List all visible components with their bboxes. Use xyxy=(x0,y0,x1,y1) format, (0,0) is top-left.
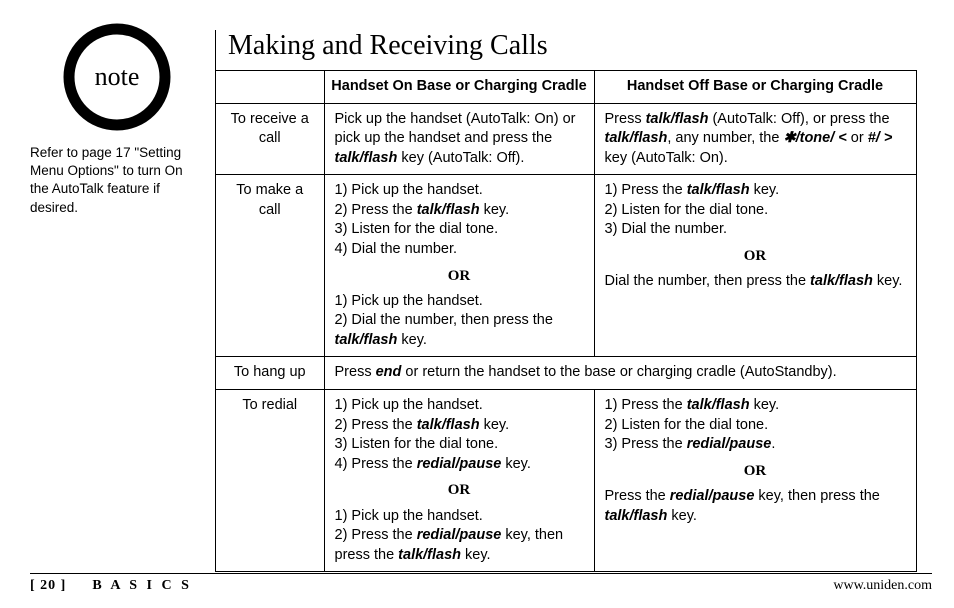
page-number: [ 20 ] xyxy=(30,578,66,593)
col-head-off-base: Handset Off Base or Charging Cradle xyxy=(594,71,916,104)
make-on-base: 1) Pick up the handset.2) Press the talk… xyxy=(324,175,594,357)
table-corner xyxy=(216,71,324,104)
row-label-hangup: To hang up xyxy=(216,357,324,390)
page-footer: [ 20 ] B A S I C S www.uniden.com xyxy=(30,573,932,594)
make-on-seg2: 1) Pick up the handset.2) Dial the numbe… xyxy=(335,292,584,351)
redial-off-seg1: 1) Press the talk/flash key.2) Listen fo… xyxy=(605,396,906,455)
section-label: B A S I C S xyxy=(92,578,192,593)
redial-on-seg1: 1) Pick up the handset.2) Press the talk… xyxy=(335,396,584,474)
note-icon: note xyxy=(62,22,172,132)
redial-on-seg2: 1) Pick up the handset.2) Press the redi… xyxy=(335,507,584,566)
make-off-seg1: 1) Press the talk/flash key.2) Listen fo… xyxy=(605,181,906,240)
sidebar-note: note Refer to page 17 "Setting Menu Opti… xyxy=(30,22,200,217)
receive-on-base: Pick up the handset (AutoTalk: On) or pi… xyxy=(324,103,594,175)
redial-off-base: 1) Press the talk/flash key.2) Listen fo… xyxy=(594,390,916,572)
page-title: Making and Receiving Calls xyxy=(228,30,932,62)
row-label-make: To make a call xyxy=(216,175,324,357)
note-icon-label: note xyxy=(62,22,172,132)
redial-off-seg2: Press the redial/pause key, then press t… xyxy=(605,487,906,526)
note-text: Refer to page 17 "Setting Menu Options" … xyxy=(30,144,200,217)
footer-left: [ 20 ] B A S I C S xyxy=(30,578,192,594)
calls-table: Handset On Base or Charging Cradle Hands… xyxy=(216,70,917,572)
content-column: Making and Receiving Calls Handset On Ba… xyxy=(215,30,932,572)
footer-url: www.uniden.com xyxy=(833,578,932,594)
receive-off-base: Press talk/flash (AutoTalk: Off), or pre… xyxy=(594,103,916,175)
col-head-on-base: Handset On Base or Charging Cradle xyxy=(324,71,594,104)
or-label: OR xyxy=(335,266,584,286)
redial-on-base: 1) Pick up the handset.2) Press the talk… xyxy=(324,390,594,572)
or-label: OR xyxy=(335,480,584,500)
row-label-receive: To receive a call xyxy=(216,103,324,175)
make-off-base: 1) Press the talk/flash key.2) Listen fo… xyxy=(594,175,916,357)
hangup-both: Press end or return the handset to the b… xyxy=(324,357,916,390)
or-label: OR xyxy=(605,461,906,481)
make-on-seg1: 1) Pick up the handset.2) Press the talk… xyxy=(335,181,584,259)
row-label-redial: To redial xyxy=(216,390,324,572)
make-off-seg2: Dial the number, then press the talk/fla… xyxy=(605,272,906,292)
or-label: OR xyxy=(605,246,906,266)
